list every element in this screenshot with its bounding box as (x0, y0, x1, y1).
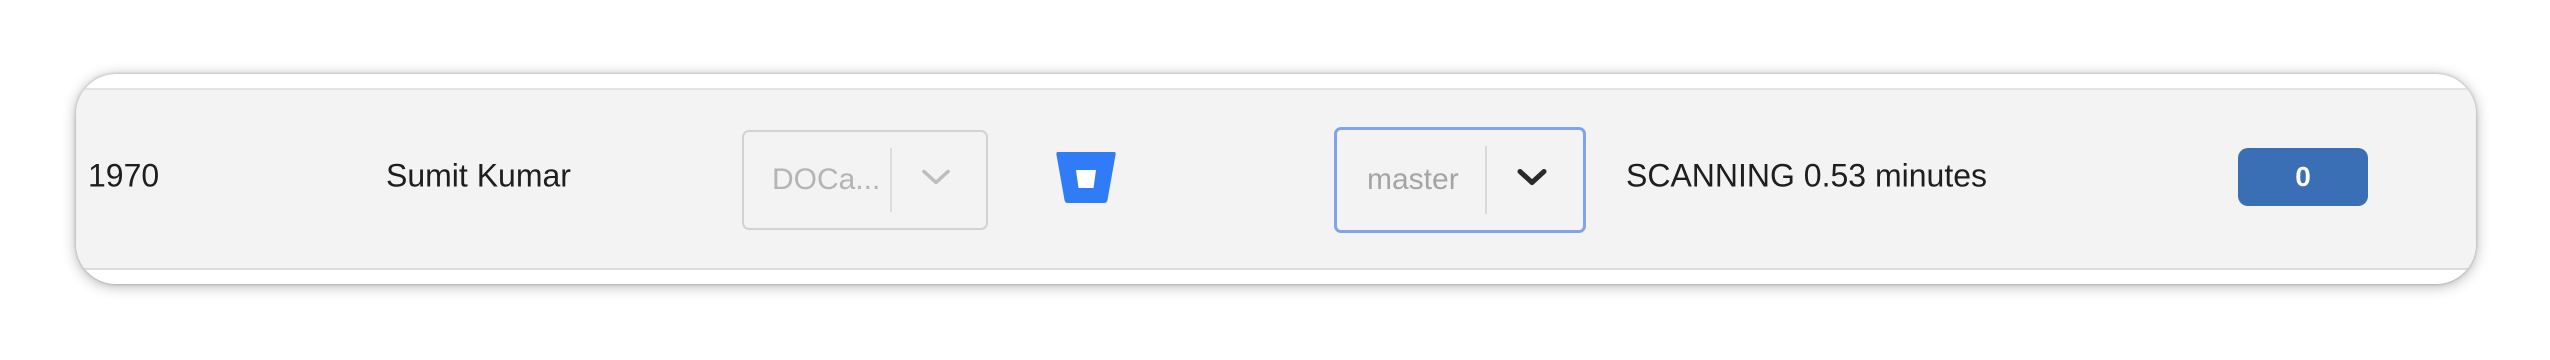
repository-select-value: DOCa... (772, 163, 881, 196)
branch-select[interactable]: master (1334, 127, 1586, 233)
branch-select-value: master (1367, 163, 1459, 196)
scan-status: SCANNING 0.53 minutes (1626, 157, 1988, 194)
chevron-down-icon[interactable] (1515, 167, 1549, 194)
issue-count-badge[interactable]: 0 (2238, 148, 2368, 206)
owner-name: Sumit Kumar (386, 157, 571, 194)
select-divider (1485, 146, 1487, 214)
chevron-down-icon[interactable] (920, 168, 952, 193)
bitbucket-icon (1054, 148, 1118, 206)
scan-id: 1970 (88, 157, 160, 194)
select-divider (890, 148, 892, 212)
repository-select[interactable]: DOCa... (742, 130, 988, 230)
